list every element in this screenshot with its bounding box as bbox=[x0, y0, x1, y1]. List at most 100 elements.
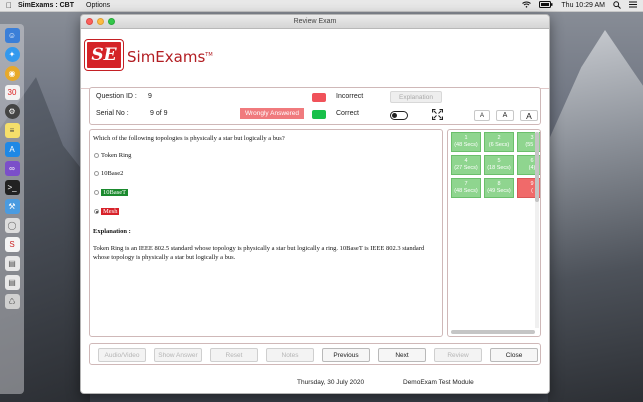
minimize-window-icon[interactable] bbox=[97, 18, 104, 25]
wifi-icon[interactable] bbox=[522, 1, 532, 10]
app-body: SE SimExamsTM Question ID : 9 Serial No … bbox=[81, 29, 549, 393]
question-id-label: Question ID : bbox=[96, 93, 137, 100]
option-2-radio[interactable] bbox=[94, 171, 99, 176]
folder-icon[interactable]: ▤ bbox=[4, 275, 20, 290]
visual-studio-icon[interactable]: ∞ bbox=[4, 161, 20, 176]
option-3-label-correct: 10BaseT bbox=[101, 189, 129, 196]
font-size-medium-button[interactable]: A bbox=[496, 110, 514, 121]
apple-menu-icon[interactable]:  bbox=[0, 1, 18, 10]
question-nav-number: 2 bbox=[497, 135, 501, 141]
question-nav-time: (48 Secs) bbox=[454, 188, 478, 194]
window-controls bbox=[86, 18, 115, 25]
close-window-icon[interactable] bbox=[86, 18, 93, 25]
question-nav-time: ( bbox=[531, 188, 533, 194]
option-2-label: 10Base2 bbox=[101, 170, 124, 177]
question-nav-time: (6 Secs) bbox=[488, 142, 510, 148]
close-button[interactable]: Close bbox=[490, 348, 538, 362]
incorrect-legend-label: Incorrect bbox=[336, 93, 364, 100]
review-button[interactable]: Review bbox=[434, 348, 482, 362]
option-3-radio[interactable] bbox=[94, 190, 99, 195]
simexams-dock-icon[interactable]: S bbox=[4, 237, 20, 252]
menu-extras: Thu 10:29 AM bbox=[522, 0, 643, 11]
dock: ☺ ✦ ◉ 30 ⚙ ≡ A ∞ >_ ⚒ ◯ S ▤ ▤ ♺ bbox=[0, 24, 24, 394]
font-size-large-button[interactable]: A bbox=[520, 110, 538, 121]
navigator-vertical-scrollbar[interactable] bbox=[535, 132, 539, 328]
option-1[interactable]: Token Ring bbox=[94, 152, 131, 159]
disk-utility-icon[interactable]: ◯ bbox=[4, 218, 20, 233]
question-nav-cell-1[interactable]: 1 (48 Secs) bbox=[451, 132, 481, 152]
app-store-icon[interactable]: A bbox=[4, 142, 20, 157]
window-title: Review Exam bbox=[293, 18, 337, 25]
search-icon[interactable] bbox=[613, 0, 621, 11]
battery-icon[interactable] bbox=[539, 1, 553, 10]
explanation-toggle[interactable] bbox=[390, 111, 408, 120]
system-preferences-icon[interactable]: ⚙ bbox=[4, 104, 20, 119]
option-3[interactable]: 10BaseT bbox=[94, 189, 129, 196]
finder-icon[interactable]: ☺ bbox=[4, 28, 20, 43]
question-nav-number: 9 bbox=[530, 181, 534, 187]
explanation-text: Token Ring is an IEEE 802.5 standard who… bbox=[93, 245, 425, 261]
question-nav-number: 6 bbox=[530, 158, 534, 164]
app-menu[interactable]: SimExams : CBT bbox=[18, 2, 74, 9]
calendar-icon[interactable]: 30 bbox=[4, 85, 20, 100]
xcode-icon[interactable]: ⚒ bbox=[4, 199, 20, 214]
previous-button[interactable]: Previous bbox=[322, 348, 370, 362]
footer-module-name: DemoExam Test Module bbox=[403, 379, 474, 386]
question-id-value: 9 bbox=[148, 93, 152, 100]
audio-video-button[interactable]: Audio/Video bbox=[98, 348, 146, 362]
question-navigator-panel: 1 (48 Secs) 2 (6 Secs) 3 (55 S 4 (27 Secs) 5 (18 … bbox=[447, 129, 541, 337]
control-center-icon[interactable] bbox=[629, 1, 637, 10]
question-nav-cell-7[interactable]: 7 (48 Secs) bbox=[451, 178, 481, 198]
explanation-button[interactable]: Explanation bbox=[390, 91, 442, 103]
font-size-small-button[interactable]: A bbox=[474, 110, 490, 121]
option-4-label-selected-wrong: Mesh bbox=[101, 208, 120, 215]
question-nav-time: (48 Secs) bbox=[454, 142, 478, 148]
desktop-mountain-right bbox=[548, 30, 643, 402]
terminal-icon[interactable]: >_ bbox=[4, 180, 20, 195]
notes-icon[interactable]: ≡ bbox=[4, 123, 20, 138]
question-nav-number: 3 bbox=[530, 135, 534, 141]
question-nav-cell-8[interactable]: 8 (49 Secs) bbox=[484, 178, 514, 198]
question-nav-cell-4[interactable]: 4 (27 Secs) bbox=[451, 155, 481, 175]
option-1-radio[interactable] bbox=[94, 153, 99, 158]
chrome-icon[interactable]: ◉ bbox=[4, 66, 20, 81]
option-4[interactable]: Mesh bbox=[94, 208, 120, 215]
menu-options[interactable]: Options bbox=[86, 2, 110, 9]
question-nav-time: (18 Secs) bbox=[487, 165, 511, 171]
menu-bar:  SimExams : CBT Options Thu 10:29 AM bbox=[0, 0, 643, 12]
window-titlebar[interactable]: Review Exam bbox=[81, 15, 549, 29]
option-4-radio[interactable] bbox=[94, 209, 99, 214]
serial-no-label: Serial No : bbox=[96, 110, 129, 117]
question-nav-cell-5[interactable]: 5 (18 Secs) bbox=[484, 155, 514, 175]
status-badge: Wrongly Answered bbox=[240, 108, 304, 119]
navigator-horizontal-scrollbar[interactable] bbox=[451, 330, 535, 334]
question-nav-cell-2[interactable]: 2 (6 Secs) bbox=[484, 132, 514, 152]
question-panel: Which of the following topologies is phy… bbox=[89, 129, 443, 337]
correct-legend-swatch bbox=[312, 110, 326, 119]
document-icon[interactable]: ▤ bbox=[4, 256, 20, 271]
explanation-heading: Explanation : bbox=[93, 228, 131, 235]
question-nav-time: (27 Secs) bbox=[454, 165, 478, 171]
header-logo-row: SE SimExamsTM bbox=[81, 33, 549, 89]
trash-icon[interactable]: ♺ bbox=[4, 294, 20, 309]
question-text: Which of the following topologies is phy… bbox=[93, 135, 285, 142]
question-nav-time: (49 Secs) bbox=[487, 188, 511, 194]
brand-name: SimExamsTM bbox=[127, 48, 213, 66]
next-button[interactable]: Next bbox=[378, 348, 426, 362]
correct-legend-label: Correct bbox=[336, 110, 359, 117]
trademark-mark: TM bbox=[205, 52, 213, 58]
brand-name-text: SimExams bbox=[127, 48, 206, 66]
safari-icon[interactable]: ✦ bbox=[4, 47, 20, 62]
option-2[interactable]: 10Base2 bbox=[94, 170, 123, 177]
reset-button[interactable]: Reset bbox=[210, 348, 258, 362]
question-nav-number: 4 bbox=[464, 158, 468, 164]
question-nav-number: 5 bbox=[497, 158, 501, 164]
show-answer-button[interactable]: Show Answer bbox=[154, 348, 202, 362]
clock[interactable]: Thu 10:29 AM bbox=[561, 2, 605, 9]
review-exam-window: Review Exam SE SimExamsTM Question ID : … bbox=[80, 14, 550, 394]
simexams-logo-icon: SE bbox=[85, 40, 123, 70]
fullscreen-icon[interactable] bbox=[431, 108, 444, 123]
notes-button[interactable]: Notes bbox=[266, 348, 314, 362]
question-nav-number: 1 bbox=[464, 135, 468, 141]
zoom-window-icon[interactable] bbox=[108, 18, 115, 25]
